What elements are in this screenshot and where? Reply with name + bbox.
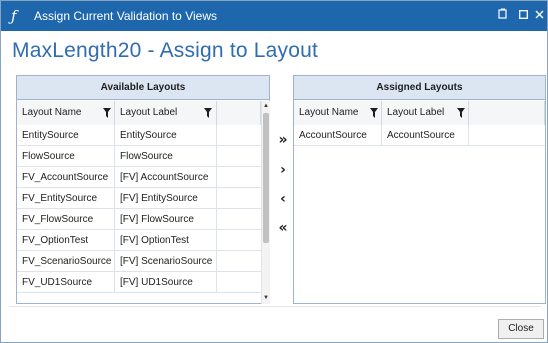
- unassign-all-button[interactable]: «: [275, 220, 291, 236]
- cell-layout-name: FV_EntitySource: [17, 188, 115, 209]
- filter-icon[interactable]: [457, 108, 465, 118]
- maximize-icon[interactable]: [515, 8, 531, 24]
- validation-script-icon: ƒ: [11, 7, 17, 25]
- assign-button[interactable]: ›: [275, 162, 291, 178]
- assign-all-button[interactable]: »: [275, 132, 291, 148]
- cell-layout-label: [FV] EntitySource: [115, 188, 217, 209]
- page-title: MaxLength20 - Assign to Layout: [12, 39, 319, 62]
- cell-layout-name: FV_AccountSource: [17, 167, 115, 188]
- unassign-button[interactable]: ‹: [275, 191, 291, 207]
- grid-header-row: Layout Name Layout Label: [294, 101, 545, 125]
- table-row[interactable]: FV_OptionTest [FV] OptionTest: [17, 230, 261, 251]
- cell-layout-name: FV_ScenarioSource: [17, 251, 115, 272]
- column-header-label: Layout Label: [120, 107, 178, 118]
- grid-header-row: Layout Name Layout Label: [17, 101, 261, 125]
- filter-icon[interactable]: [103, 108, 111, 118]
- column-header-label: Layout Name: [22, 107, 82, 118]
- cell-layout-label: [FV] ScenarioSource: [115, 251, 217, 272]
- cell-layout-label: FlowSource: [115, 146, 217, 167]
- close-icon[interactable]: [531, 8, 547, 24]
- scroll-thumb[interactable]: [263, 113, 269, 243]
- cell-layout-label: [FV] OptionTest: [115, 230, 217, 251]
- cell-layout-name: FlowSource: [17, 146, 115, 167]
- table-row[interactable]: FV_ScenarioSource [FV] ScenarioSource: [17, 251, 261, 272]
- column-header-label: Layout Name: [299, 107, 359, 118]
- cell-layout-name: EntitySource: [17, 125, 115, 146]
- window-title: Assign Current Validation to Views: [34, 9, 217, 23]
- column-header-layout-label[interactable]: Layout Label: [115, 101, 217, 125]
- available-layouts-grid: Layout Name Layout Label EntitySource En…: [17, 101, 261, 293]
- vertical-scrollbar[interactable]: ▲ ▼: [261, 101, 270, 304]
- scroll-down-arrow-icon[interactable]: ▼: [263, 295, 269, 301]
- table-row[interactable]: AccountSource AccountSource: [294, 125, 545, 146]
- assign-dialog: ƒ Assign Current Validation to Views Max…: [0, 0, 548, 343]
- assigned-layouts-panel: Assigned Layouts Layout Name Layout Labe…: [293, 75, 546, 304]
- scroll-up-arrow-icon[interactable]: ▲: [263, 103, 269, 109]
- cell-layout-name: FV_OptionTest: [17, 230, 115, 251]
- column-header-empty: [469, 101, 545, 125]
- assigned-layouts-grid: Layout Name Layout Label AccountSource A…: [294, 101, 545, 146]
- available-layouts-panel: Available Layouts Layout Name Layout Lab…: [16, 75, 270, 304]
- cell-layout-name: FV_UD1Source: [17, 272, 115, 293]
- filter-icon[interactable]: [370, 108, 378, 118]
- table-row[interactable]: FV_AccountSource [FV] AccountSource: [17, 167, 261, 188]
- table-row[interactable]: FlowSource FlowSource: [17, 146, 261, 167]
- title-bar: ƒ Assign Current Validation to Views: [1, 1, 547, 31]
- table-row[interactable]: FV_FlowSource [FV] FlowSource: [17, 209, 261, 230]
- cell-layout-name: AccountSource: [294, 125, 382, 146]
- column-header-layout-name[interactable]: Layout Name: [17, 101, 115, 125]
- table-row[interactable]: FV_EntitySource [FV] EntitySource: [17, 188, 261, 209]
- close-button[interactable]: Close: [498, 319, 544, 339]
- available-layouts-header: Available Layouts: [17, 76, 269, 100]
- column-header-empty: [217, 101, 261, 125]
- cell-layout-label: [FV] AccountSource: [115, 167, 217, 188]
- cell-layout-label: AccountSource: [382, 125, 469, 146]
- cell-layout-label: EntitySource: [115, 125, 217, 146]
- column-header-layout-name[interactable]: Layout Name: [294, 101, 382, 125]
- table-row[interactable]: FV_UD1Source [FV] UD1Source: [17, 272, 261, 293]
- column-header-label: Layout Label: [387, 107, 445, 118]
- table-row[interactable]: EntitySource EntitySource: [17, 125, 261, 146]
- cell-layout-label: [FV] FlowSource: [115, 209, 217, 230]
- cell-layout-label: [FV] UD1Source: [115, 272, 217, 293]
- column-header-layout-label[interactable]: Layout Label: [382, 101, 469, 125]
- cell-layout-name: FV_FlowSource: [17, 209, 115, 230]
- filter-icon[interactable]: [204, 108, 212, 118]
- assigned-layouts-header: Assigned Layouts: [294, 76, 545, 100]
- footer-divider: [9, 306, 541, 307]
- restore-icon[interactable]: [495, 8, 511, 24]
